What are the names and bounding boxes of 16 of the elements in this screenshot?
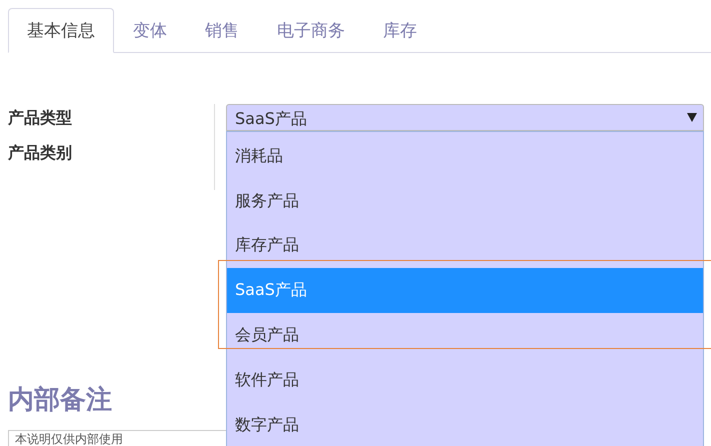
tab[interactable]: 基本信息 [8,8,114,53]
tab[interactable]: 库存 [364,8,436,53]
select-value: SaaS产品 [235,108,307,130]
dropdown-option[interactable]: 库存产品 [227,224,703,268]
dropdown-option[interactable]: 服务产品 [227,178,703,224]
dropdown-option[interactable]: 消耗品 [227,134,703,179]
tab[interactable]: 变体 [114,8,186,53]
tab[interactable]: 销售 [186,8,258,53]
field-label: 产品类型 [8,108,73,129]
field-label: 产品类别 [8,143,73,164]
product-type-select[interactable]: SaaS产品 [226,104,704,131]
caret-icon [687,113,697,122]
tab[interactable]: 电子商务 [258,8,364,53]
section-heading: 内部备注 [8,384,113,417]
dropdown-option[interactable]: 软件产品 [227,358,703,403]
dropdown-option[interactable]: 会员产品 [227,313,703,358]
